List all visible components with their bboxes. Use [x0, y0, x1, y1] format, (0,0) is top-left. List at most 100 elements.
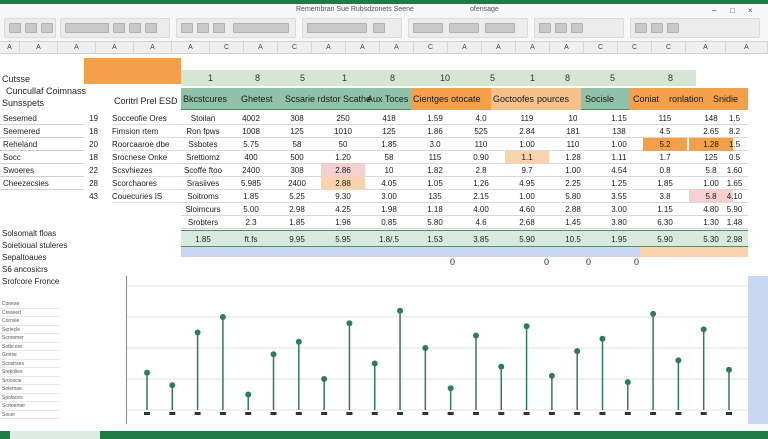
table-cell[interactable]: Srettiomz [181, 151, 225, 164]
column-header[interactable]: A [346, 42, 380, 54]
column-header[interactable]: A [20, 42, 58, 54]
table-cell[interactable]: Ssbotes [181, 138, 225, 151]
column-header[interactable]: A [312, 42, 346, 54]
table-cell[interactable]: 1.20 [321, 151, 365, 164]
column-header[interactable]: A [726, 42, 768, 54]
delete-icon[interactable] [555, 23, 567, 33]
column-header[interactable]: C [278, 42, 312, 54]
table-cell[interactable]: Scoffe ftoo [181, 164, 225, 177]
paste-icon[interactable] [9, 23, 21, 33]
column-title[interactable]: Socisle [585, 88, 614, 110]
list-value[interactable]: 43 [84, 190, 98, 203]
list-item[interactable]: Soriecle [0, 326, 60, 334]
bold-icon[interactable] [113, 23, 125, 33]
list-item[interactable]: Solemae [0, 385, 60, 394]
total-cell[interactable]: 5.90 [505, 231, 549, 248]
align-center-icon[interactable] [197, 23, 209, 33]
table-cell[interactable]: 1.98 [367, 203, 411, 216]
table-cell[interactable]: 1.5 [721, 112, 748, 125]
list-item[interactable]: Socc [0, 151, 84, 164]
table-cell[interactable]: 8.2 [721, 125, 748, 138]
table-cell[interactable]: 58 [275, 138, 319, 151]
list-item[interactable]: Grinse [0, 351, 60, 360]
underline-icon[interactable] [145, 23, 157, 33]
column-title[interactable]: Scsarie rdstor [285, 88, 341, 110]
table-cell[interactable]: 1.00 [551, 164, 595, 177]
list-item[interactable]: Sesemed [0, 112, 84, 125]
column-header[interactable]: A [244, 42, 278, 54]
column-title[interactable]: Coniat [633, 88, 659, 110]
italic-icon[interactable] [129, 23, 141, 33]
table-cell[interactable]: 58 [367, 151, 411, 164]
font-select-icon[interactable] [65, 23, 109, 33]
list-item[interactable]: Scroemer [0, 334, 60, 343]
table-cell[interactable]: 0.90 [459, 151, 503, 164]
lower-label[interactable]: Soietioual stuleres [0, 240, 84, 252]
column-title[interactable]: Aux Toces [367, 88, 408, 110]
table-cell[interactable]: 1.00 [505, 138, 549, 151]
row-label[interactable]: Scsvhiezes [112, 164, 182, 177]
column-title[interactable]: pources [537, 88, 569, 110]
table-cell[interactable]: 1.25 [597, 177, 641, 190]
conditional-format-icon[interactable] [413, 23, 443, 33]
ribbon-group-font[interactable] [60, 18, 170, 38]
list-item[interactable]: Seemered [0, 125, 84, 138]
column-header[interactable]: A [448, 42, 482, 54]
column-header[interactable]: A [58, 42, 96, 54]
table-cell[interactable]: 135 [413, 190, 457, 203]
close-icon[interactable]: × [748, 6, 753, 15]
table-cell[interactable]: 2.68 [505, 216, 549, 229]
table-cell[interactable]: 110 [551, 138, 595, 151]
ribbon-group-editing[interactable] [630, 18, 760, 38]
align-right-icon[interactable] [213, 23, 225, 33]
table-cell[interactable]: 5.80 [413, 216, 457, 229]
row-label[interactable]: Fimsion rtem [112, 125, 182, 138]
list-item[interactable]: Srocecie [0, 377, 60, 385]
row-label[interactable]: Scorchaores [112, 177, 182, 190]
copy-icon[interactable] [25, 23, 37, 33]
number-format-icon[interactable] [307, 23, 367, 33]
table-cell[interactable]: 500 [275, 151, 319, 164]
table-cell[interactable]: 4.60 [505, 203, 549, 216]
sum-icon[interactable] [635, 23, 647, 33]
table-cell[interactable]: 1.82 [413, 164, 457, 177]
table-cell[interactable]: 115 [643, 112, 687, 125]
column-header[interactable]: C [618, 42, 652, 54]
table-cell[interactable]: 1.28 [551, 151, 595, 164]
find-icon[interactable] [667, 23, 679, 33]
table-cell[interactable]: 1.85 [367, 138, 411, 151]
table-cell[interactable]: 1.1 [505, 151, 549, 164]
table-cell[interactable]: 2.15 [459, 190, 503, 203]
column-header[interactable]: C [584, 42, 618, 54]
table-cell[interactable]: 3.55 [597, 190, 641, 203]
table-cell[interactable]: 1008 [229, 125, 273, 138]
table-cell[interactable]: 10 [551, 112, 595, 125]
table-cell[interactable]: 2.88 [551, 203, 595, 216]
column-header[interactable]: A [550, 42, 584, 54]
sheet-tab[interactable] [10, 431, 100, 439]
column-header[interactable]: A [482, 42, 516, 54]
table-cell[interactable]: 5.80 [551, 190, 595, 203]
table-cell[interactable]: 5.90 [721, 203, 748, 216]
table-cell[interactable]: 2.86 [321, 164, 365, 177]
table-cell[interactable]: 4.5 [643, 125, 687, 138]
table-cell[interactable]: 1.85 [229, 190, 273, 203]
table-cell[interactable]: 125 [275, 125, 319, 138]
table-cell[interactable]: 138 [597, 125, 641, 138]
table-cell[interactable]: 1.05 [413, 177, 457, 190]
column-header[interactable]: C [210, 42, 244, 54]
table-cell[interactable]: 1.00 [597, 138, 641, 151]
list-item[interactable]: Srekolies [0, 368, 60, 377]
table-cell[interactable]: Srasiives [181, 177, 225, 190]
list-item[interactable]: Socer [0, 411, 60, 419]
table-cell[interactable]: 4.25 [321, 203, 365, 216]
lower-label[interactable]: S6 ancosicrs [0, 264, 84, 276]
table-cell[interactable]: 2.88 [321, 177, 365, 190]
table-cell[interactable]: Srobters [181, 216, 225, 229]
total-cell[interactable]: ft.fs [229, 231, 273, 248]
total-cell[interactable]: 1.85 [181, 231, 225, 248]
table-cell[interactable]: 1.86 [413, 125, 457, 138]
table-cell[interactable]: 1.60 [721, 164, 748, 177]
list-item[interactable]: Scrtoemer [0, 402, 60, 411]
list-item[interactable]: Cornsle [0, 317, 60, 326]
